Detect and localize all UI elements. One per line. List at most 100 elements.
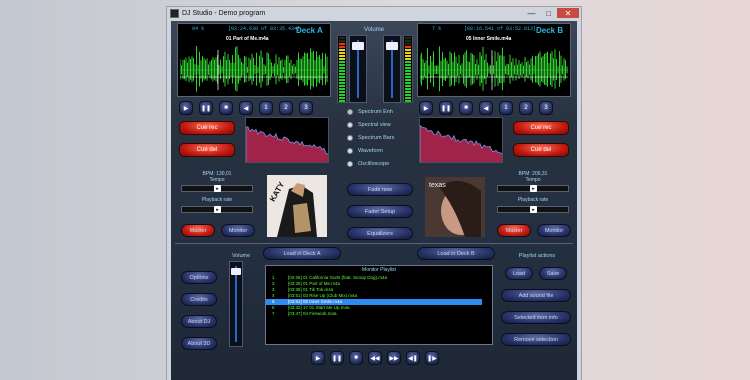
playlist-volume-label: Volume: [231, 253, 251, 259]
deck-a-time: [03:24.630 of 03:35.434]: [228, 26, 301, 32]
playlist-save-button[interactable]: Save: [539, 267, 567, 280]
visual-option-spectrum-enh[interactable]: Spectrum Enh: [347, 107, 394, 116]
deck-b-pause-button[interactable]: ❚❚: [439, 101, 453, 115]
about-dj-button[interactable]: About DJ: [181, 315, 217, 328]
deck-a-playback-slider[interactable]: ▸: [181, 206, 253, 213]
close-button[interactable]: ✕: [557, 8, 579, 18]
fader-setup-button[interactable]: Fader Setup: [347, 205, 413, 218]
playlist-volume-knob[interactable]: [231, 268, 241, 275]
playlist-stop-button[interactable]: ■: [349, 351, 363, 365]
deck-b-tempo-slider[interactable]: ▸: [497, 185, 569, 192]
playlist-next-button[interactable]: ❚▶: [425, 351, 439, 365]
deck-a-rewind-button[interactable]: ◀: [239, 101, 253, 115]
deck-a-cue-del-button[interactable]: Cue del: [179, 143, 235, 157]
radio-selected-icon: [347, 108, 353, 115]
divider: [175, 243, 573, 244]
deck-b-master-button[interactable]: Master: [497, 224, 531, 237]
deck-b-display: 7 % [00:16.541 of 03:52.013] Deck B 05 I…: [417, 23, 571, 97]
playlist-previous-button[interactable]: ◀❚: [406, 351, 420, 365]
deck-b-album-title: texas: [429, 182, 446, 189]
deck-b-tempo-label: Tempo: [525, 177, 541, 183]
playlist-volume-fader[interactable]: [229, 261, 243, 347]
playlist-list: 1 [03:26] 01 California Gurls (feat. Snoo…: [266, 275, 492, 317]
playlist-transport: ▶ ❚❚ ■ ◀◀ ▶▶ ◀❚ ❚▶: [311, 351, 439, 365]
deck-b-hotcue-1[interactable]: 1: [499, 101, 513, 115]
playlist-load-button[interactable]: Load: [505, 267, 533, 280]
equalizers-button[interactable]: Equalizers: [347, 227, 413, 240]
title-bar: DJ Studio - Demo program — □ ✕: [167, 7, 581, 20]
deck-b-cue-rec-button[interactable]: Cue rec: [513, 121, 569, 135]
deck-b-rewind-button[interactable]: ◀: [479, 101, 493, 115]
deck-a-play-button[interactable]: ▶: [179, 101, 193, 115]
deck-a-display: 94 % [03:24.630 of 03:35.434] Deck A 01 …: [177, 23, 331, 97]
radio-icon: [347, 121, 353, 128]
playlist-rewind-button[interactable]: ◀◀: [368, 351, 382, 365]
remove-selection-button[interactable]: Remove selection: [501, 333, 571, 346]
deck-b-track: 05 Inner Smile.m4a: [466, 36, 512, 42]
maximize-button[interactable]: □: [540, 8, 557, 18]
deck-a-track: 01 Part of Me.m4a: [226, 36, 269, 42]
deck-b-controls: ▶ ❚❚ ■ ◀ 1 2 3: [419, 101, 553, 115]
radio-icon: [347, 134, 353, 141]
visual-option-waveform[interactable]: Waveform: [347, 146, 394, 155]
app-window: DJ Studio - Demo program — □ ✕ 94 % [03:…: [166, 6, 582, 380]
tempo-knob[interactable]: ▸: [530, 185, 537, 192]
deck-a-percent: 94 %: [192, 26, 205, 32]
deck-a-hotcue-1[interactable]: 1: [259, 101, 273, 115]
deck-b-hotcue-3[interactable]: 3: [539, 101, 553, 115]
playback-knob[interactable]: ▸: [530, 206, 537, 213]
deck-b-play-button[interactable]: ▶: [419, 101, 433, 115]
visual-option-spectrum-bars[interactable]: Spectrum Bars: [347, 133, 394, 142]
visual-option-oscilloscope[interactable]: Oscilloscope: [347, 159, 394, 168]
playlist-forward-button[interactable]: ▶▶: [387, 351, 401, 365]
playback-knob[interactable]: ▸: [214, 206, 221, 213]
deck-a-label: Deck A: [296, 26, 323, 35]
credits-button[interactable]: Credits: [181, 293, 217, 306]
volume-label: Volume: [363, 27, 384, 33]
deck-a-volume-fader[interactable]: [349, 35, 367, 103]
deck-b-cue-del-button[interactable]: Cue del: [513, 143, 569, 157]
deck-b-volume-knob[interactable]: [386, 42, 398, 50]
playlist-item[interactable]: 7 [03:47] 04 Firework.m4a: [266, 311, 492, 317]
about-3d-button[interactable]: About 3D: [181, 337, 217, 350]
deck-a-hotcue-3[interactable]: 3: [299, 101, 313, 115]
deck-a-pause-button[interactable]: ❚❚: [199, 101, 213, 115]
deck-b-vu-meter: [403, 35, 413, 103]
playlist-pause-button[interactable]: ❚❚: [330, 351, 344, 365]
deck-b-hotcue-2[interactable]: 2: [519, 101, 533, 115]
fade-now-button[interactable]: Fade now: [347, 183, 413, 196]
deck-b-label: Deck B: [536, 26, 564, 35]
deck-a-volume-knob[interactable]: [352, 42, 364, 50]
load-deck-a-button[interactable]: Load in Deck A: [263, 247, 341, 260]
monitor-playlist: Monitor Playlist 1 [03:26] 01 California …: [265, 265, 493, 345]
deck-b-percent: 7 %: [432, 26, 442, 32]
app-icon: [170, 9, 179, 18]
deck-a-cue-rec-button[interactable]: Cue rec: [179, 121, 235, 135]
playlist-actions-title: Playlist actions: [518, 253, 556, 259]
deck-a-vu-meter: [337, 35, 347, 103]
radio-icon: [347, 147, 353, 154]
tempo-knob[interactable]: ▸: [214, 185, 221, 192]
deck-b-stop-button[interactable]: ■: [459, 101, 473, 115]
deck-b-album-art: texas: [425, 177, 485, 237]
playlist-play-button[interactable]: ▶: [311, 351, 325, 365]
deck-a-monitor-button[interactable]: Monitor: [221, 224, 255, 237]
selected-item-info-button[interactable]: Selected item info: [501, 311, 571, 324]
minimize-button[interactable]: —: [523, 8, 540, 18]
deck-b-monitor-button[interactable]: Monitor: [537, 224, 571, 237]
deck-a-playback-label: Playback rate: [201, 197, 233, 203]
visual-option-spectral-view[interactable]: Spectral view: [347, 120, 394, 129]
deck-a-master-button[interactable]: Master: [181, 224, 215, 237]
load-deck-b-button[interactable]: Load in Deck B: [417, 247, 495, 260]
deck-a-controls: ▶ ❚❚ ■ ◀ 1 2 3: [179, 101, 313, 115]
deck-b-playback-slider[interactable]: ▸: [497, 206, 569, 213]
deck-a-tempo-slider[interactable]: ▸: [181, 185, 253, 192]
add-sound-file-button[interactable]: Add sound file: [501, 289, 571, 302]
options-button[interactable]: Options: [181, 271, 217, 284]
visualization-options: Spectrum Enh Spectral view Spectrum Bars…: [347, 107, 394, 168]
deck-a-stop-button[interactable]: ■: [219, 101, 233, 115]
deck-b-waveform: [420, 46, 568, 92]
deck-a-hotcue-2[interactable]: 2: [279, 101, 293, 115]
deck-b-volume-fader[interactable]: [383, 35, 401, 103]
radio-icon: [347, 160, 353, 167]
